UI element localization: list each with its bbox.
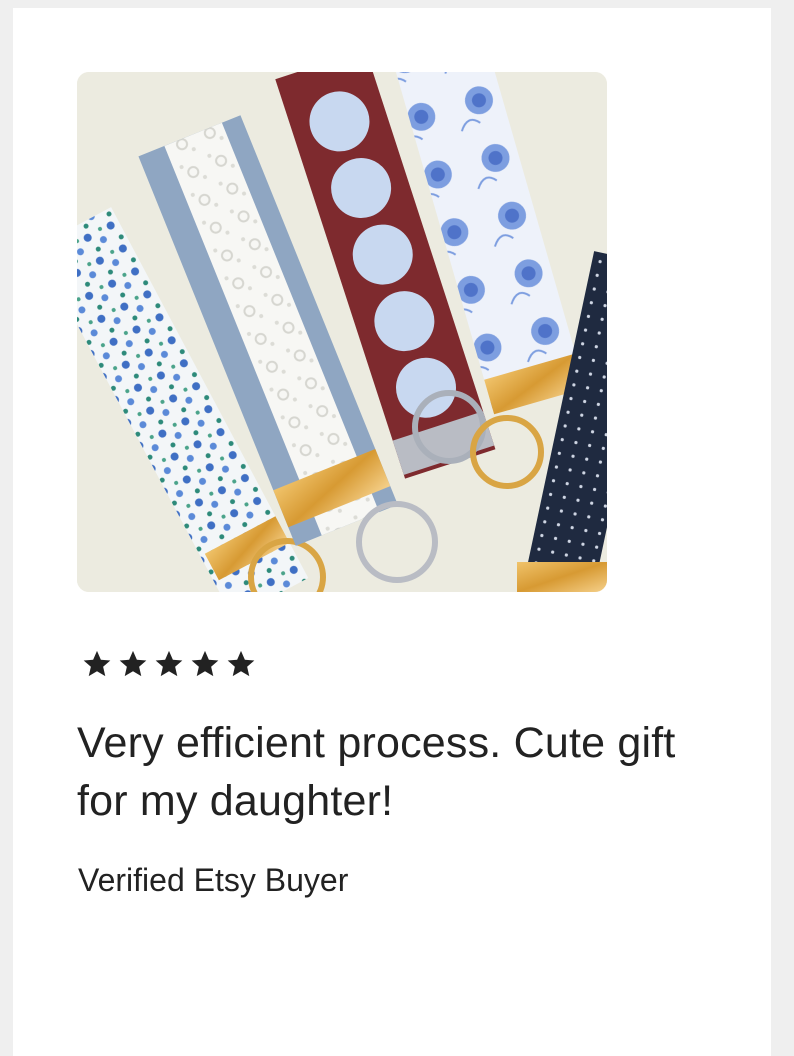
star-icon xyxy=(227,650,255,677)
star-icon xyxy=(83,650,111,677)
review-photo[interactable] xyxy=(77,72,607,592)
product-photo-illustration xyxy=(77,72,607,592)
star-icon xyxy=(155,650,183,677)
review-card: Very efficient process. Cute gift for my… xyxy=(13,8,771,1056)
star-rating xyxy=(81,648,257,682)
review-text: Very efficient process. Cute gift for my… xyxy=(77,719,676,825)
reviewer-name: Verified Etsy Buyer xyxy=(78,862,349,898)
star-icon xyxy=(119,650,147,677)
star-icon xyxy=(191,650,219,677)
